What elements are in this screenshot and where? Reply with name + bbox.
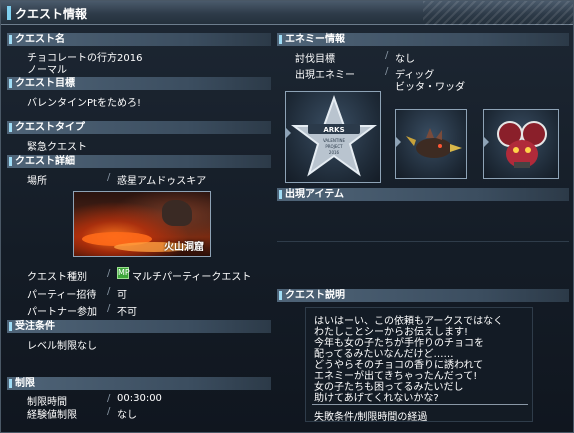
description-divider [312,404,528,405]
quest-name-header: クエスト名 [7,33,271,46]
card-notch [396,137,401,148]
quest-goal: バレンタインPtをためろ! [27,98,141,109]
dig-enemy-icon [406,128,462,158]
multi-party-icon: MP [117,267,130,279]
card-notch [286,128,291,138]
quest-details-panel: クエスト名 チョコレートの行方2016 ノーマル クエスト目標 バレンタインPt… [7,31,271,429]
fail-condition: 失敗条件/制限時間の経過 [314,412,428,423]
party-invite-value: 可 [117,290,127,301]
quest-difficulty: ノーマル [27,65,67,76]
divider [277,241,569,242]
separator: / [107,303,111,314]
location-label: 場所 [27,176,47,187]
separator: / [107,286,111,297]
enemy-info-header: エネミー情報 [277,33,569,46]
thumbnail-notch [73,216,74,228]
quest-type-header: クエストタイプ [7,121,271,134]
quest-detail-header: クエスト詳細 [7,155,271,168]
separator: / [107,393,111,404]
partner-join-value: 不可 [117,307,137,318]
appear-enemy-value: ビッタ・ワッダ [395,82,465,93]
time-limit-value: 00:30:00 [117,393,162,404]
quest-type: 緊急クエスト [27,142,87,153]
separator: / [107,406,111,417]
window-title: クエスト情報 [15,7,88,21]
rock [162,200,192,226]
quest-info-window: クエスト情報 クエスト名 チョコレートの行方2016 ノーマル クエスト目標 バ… [0,0,574,433]
badge-line: ARKS [323,126,344,134]
description-line: 助けてあげてくれないかな? [314,393,439,404]
title-accent [7,6,11,20]
exp-limit-label: 経験値制限 [27,410,77,421]
separator: / [385,50,389,61]
badge-line: VALENTINE [323,138,346,143]
quest-badge-card[interactable]: ARKS VALENTINE PROJECT 2016 [285,91,381,183]
card-notch [484,137,489,148]
limits-header: 制限 [7,377,271,390]
exp-limit-value: なし [117,410,137,421]
items-header: 出現アイテム [277,188,569,201]
title-bar: クエスト情報 [1,1,573,25]
separator: / [107,268,111,279]
separator: / [107,172,111,183]
star-badge-icon: ARKS VALENTINE PROJECT 2016 [291,95,377,177]
party-invite-label: パーティー招待 [27,290,97,301]
title-decoration [423,1,573,25]
badge-line: 2016 [329,150,340,155]
quest-goal-header: クエスト目標 [7,77,271,90]
description-box: はいはーい、この依頼もアークスではなく わたしことシーからお伝えします! 今年も… [305,307,533,423]
enemy-panel: エネミー情報 討伐目標 / なし 出現エネミー / ディッグ ビッタ・ワッダ A… [277,31,569,429]
enemy-card-dig[interactable] [395,109,467,179]
quest-category-label: クエスト種別 [27,272,87,283]
target-value: なし [395,54,415,65]
separator: / [385,66,389,77]
description-header: クエスト説明 [277,289,569,302]
bitta-wadda-enemy-icon [497,121,547,168]
location-value: 惑星アムドゥスキア [117,176,207,187]
badge-line: PROJECT [325,144,343,149]
appear-enemy-label: 出現エネミー [295,70,355,81]
requirements-text: レベル制限なし [27,341,97,352]
location-thumbnail[interactable]: 火山洞窟 [73,191,211,257]
enemy-card-bitta-wadda[interactable] [483,109,559,179]
quest-category-value: マルチパーティークエスト [132,272,252,283]
target-label: 討伐目標 [295,54,335,65]
location-area-name: 火山洞窟 [164,242,204,253]
requirements-header: 受注条件 [7,320,271,333]
partner-join-label: パートナー参加 [27,307,97,318]
